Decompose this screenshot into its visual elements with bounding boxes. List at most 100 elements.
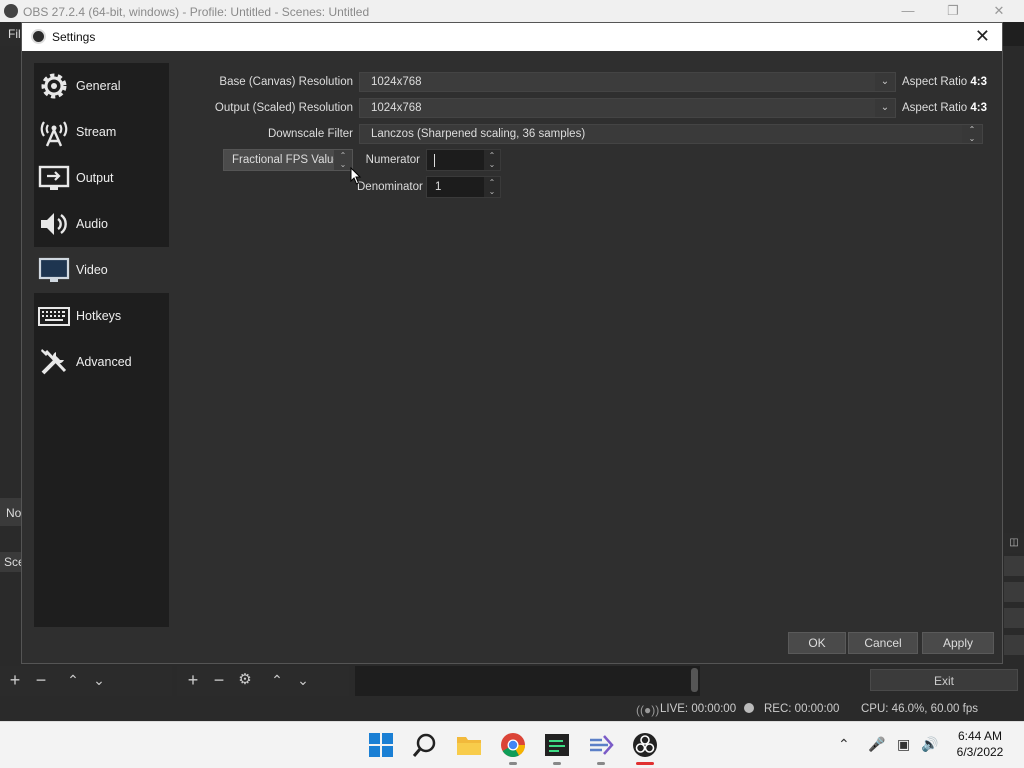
spin-arrows-icon[interactable]: ⌃ ⌄ bbox=[484, 150, 500, 170]
base-resolution-combo[interactable]: 1024x768 ⌄ bbox=[359, 72, 896, 92]
ok-button[interactable]: OK bbox=[788, 632, 846, 654]
live-broadcast-icon: ((●)) bbox=[636, 703, 660, 717]
denominator-value: 1 bbox=[435, 181, 442, 193]
base-aspect-label: Aspect Ratio bbox=[902, 76, 968, 88]
cpu-fps: CPU: 46.0%, 60.00 fps bbox=[861, 703, 978, 715]
nav-label: Audio bbox=[76, 217, 108, 231]
downscale-filter-label: Downscale Filter bbox=[268, 128, 353, 140]
network-icon[interactable]: ▣ bbox=[897, 736, 910, 753]
nav-item-output[interactable]: Output bbox=[34, 155, 169, 201]
windows-start-icon[interactable] bbox=[368, 732, 394, 758]
remove-scene-icon[interactable]: − bbox=[30, 669, 52, 691]
base-aspect-value: 4:3 bbox=[970, 76, 988, 88]
side-panel-text: No bbox=[6, 506, 22, 520]
base-resolution-value: 1024x768 bbox=[371, 76, 422, 88]
output-monitor-icon bbox=[38, 165, 70, 190]
terminal-app-icon[interactable] bbox=[544, 732, 570, 758]
chevron-down-icon[interactable]: ⌄ bbox=[875, 73, 895, 91]
nav-label: Stream bbox=[76, 125, 117, 139]
search-icon[interactable] bbox=[412, 732, 438, 758]
right-dock-button[interactable] bbox=[1004, 635, 1024, 655]
nav-item-general[interactable]: General bbox=[34, 63, 169, 109]
add-source-icon[interactable]: + bbox=[182, 669, 204, 691]
mouse-cursor-icon bbox=[350, 167, 362, 185]
output-resolution-combo[interactable]: 1024x768 ⌄ bbox=[359, 98, 896, 118]
mixer-scrollbar[interactable] bbox=[691, 668, 698, 692]
volume-icon[interactable]: 🔊 bbox=[921, 736, 938, 753]
denominator-spinbox[interactable]: 1 ⌃ ⌄ bbox=[426, 176, 501, 198]
menu-file-partial[interactable]: Fil bbox=[0, 22, 22, 46]
running-indicator bbox=[597, 762, 605, 765]
cancel-button[interactable]: Cancel bbox=[848, 632, 918, 654]
base-resolution-label: Base (Canvas) Resolution bbox=[219, 76, 353, 88]
dock-float-icon[interactable]: ◫ bbox=[1004, 533, 1024, 553]
nav-label: General bbox=[76, 79, 121, 93]
output-resolution-label: Output (Scaled) Resolution bbox=[214, 102, 353, 114]
move-scene-up-icon[interactable]: ⌃ bbox=[62, 669, 84, 691]
fps-type-combo[interactable]: Fractional FPS Value ⌃ ⌄ bbox=[223, 149, 353, 171]
maximize-icon[interactable]: ❐ bbox=[943, 2, 963, 20]
minimize-icon[interactable]: — bbox=[898, 2, 918, 20]
obs-logo-icon bbox=[4, 4, 18, 18]
gear-icon bbox=[41, 73, 67, 99]
nav-item-hotkeys[interactable]: Hotkeys bbox=[34, 293, 169, 339]
nav-label: Hotkeys bbox=[76, 309, 122, 323]
taskbar: ⌃ 🎤 ▣ 🔊 6:44 AM 6/3/2022 bbox=[0, 721, 1024, 768]
right-dock-button[interactable] bbox=[1004, 556, 1024, 576]
numerator-spinbox[interactable]: ⌃ ⌄ bbox=[426, 149, 501, 171]
settings-title-bar: Settings ✕ bbox=[22, 23, 1002, 51]
exit-button[interactable]: Exit bbox=[870, 669, 1018, 691]
microphone-icon[interactable]: 🎤 bbox=[868, 736, 885, 753]
chevron-up-icon[interactable]: ⌃ bbox=[838, 736, 850, 753]
output-aspect-label: Aspect Ratio bbox=[902, 102, 968, 114]
app-arrows-icon[interactable] bbox=[588, 732, 614, 758]
close-icon[interactable]: ✕ bbox=[975, 27, 990, 45]
downscale-filter-combo[interactable]: Lanczos (Sharpened scaling, 36 samples) … bbox=[359, 124, 983, 144]
settings-dialog: Settings ✕ General Stream Output Audio V… bbox=[21, 22, 1003, 664]
running-indicator bbox=[553, 762, 561, 765]
obs-logo-icon bbox=[31, 29, 46, 44]
source-settings-gear-icon[interactable]: ⚙ bbox=[234, 669, 256, 691]
denominator-label: Denominator bbox=[357, 181, 423, 193]
chrome-icon[interactable] bbox=[500, 732, 526, 758]
output-aspect-ratio: Aspect Ratio 4:3 bbox=[902, 102, 987, 114]
keyboard-icon bbox=[38, 307, 70, 326]
fps-type-value: Fractional FPS Value bbox=[232, 154, 340, 166]
clock[interactable]: 6:44 AM 6/3/2022 bbox=[950, 728, 1010, 760]
rec-indicator-icon bbox=[744, 703, 754, 713]
nav-item-audio[interactable]: Audio bbox=[34, 201, 169, 247]
move-source-up-icon[interactable]: ⌃ bbox=[266, 669, 288, 691]
rec-time: REC: 00:00:00 bbox=[764, 703, 840, 715]
downscale-filter-value: Lanczos (Sharpened scaling, 36 samples) bbox=[371, 128, 586, 140]
nav-item-advanced[interactable]: Advanced bbox=[34, 339, 169, 385]
antenna-icon bbox=[40, 121, 68, 147]
live-time: LIVE: 00:00:00 bbox=[660, 703, 737, 715]
nav-item-stream[interactable]: Stream bbox=[34, 109, 169, 155]
close-window-icon[interactable]: ✕ bbox=[989, 2, 1009, 20]
nav-label: Advanced bbox=[76, 355, 132, 369]
move-scene-down-icon[interactable]: ⌄ bbox=[88, 669, 110, 691]
apply-button[interactable]: Apply bbox=[922, 632, 994, 654]
remove-source-icon[interactable]: − bbox=[208, 669, 230, 691]
chevron-down-icon[interactable]: ⌄ bbox=[875, 99, 895, 117]
file-explorer-icon[interactable] bbox=[456, 732, 482, 758]
spin-arrows-icon[interactable]: ⌃ ⌄ bbox=[484, 177, 500, 197]
add-scene-icon[interactable]: + bbox=[4, 669, 26, 691]
numerator-label: Numerator bbox=[365, 154, 420, 166]
settings-title: Settings bbox=[52, 30, 96, 44]
base-aspect-ratio: Aspect Ratio 4:3 bbox=[902, 76, 987, 88]
right-dock-button[interactable] bbox=[1004, 608, 1024, 628]
move-source-down-icon[interactable]: ⌄ bbox=[292, 669, 314, 691]
settings-nav: General Stream Output Audio Video Hotkey… bbox=[34, 63, 169, 627]
monitor-icon bbox=[38, 257, 70, 282]
obs-taskbar-icon[interactable] bbox=[632, 732, 658, 758]
obs-title-bar: OBS 27.2.4 (64-bit, windows) - Profile: … bbox=[0, 0, 1024, 22]
updown-arrows-icon[interactable]: ⌃ ⌄ bbox=[962, 125, 982, 143]
audio-mixer-area bbox=[355, 666, 700, 696]
nav-item-video[interactable]: Video bbox=[34, 247, 169, 293]
nav-label: Video bbox=[76, 263, 108, 277]
right-dock-button[interactable] bbox=[1004, 582, 1024, 602]
tools-icon bbox=[41, 349, 67, 375]
clock-date: 6/3/2022 bbox=[956, 745, 1004, 759]
output-resolution-value: 1024x768 bbox=[371, 102, 422, 114]
